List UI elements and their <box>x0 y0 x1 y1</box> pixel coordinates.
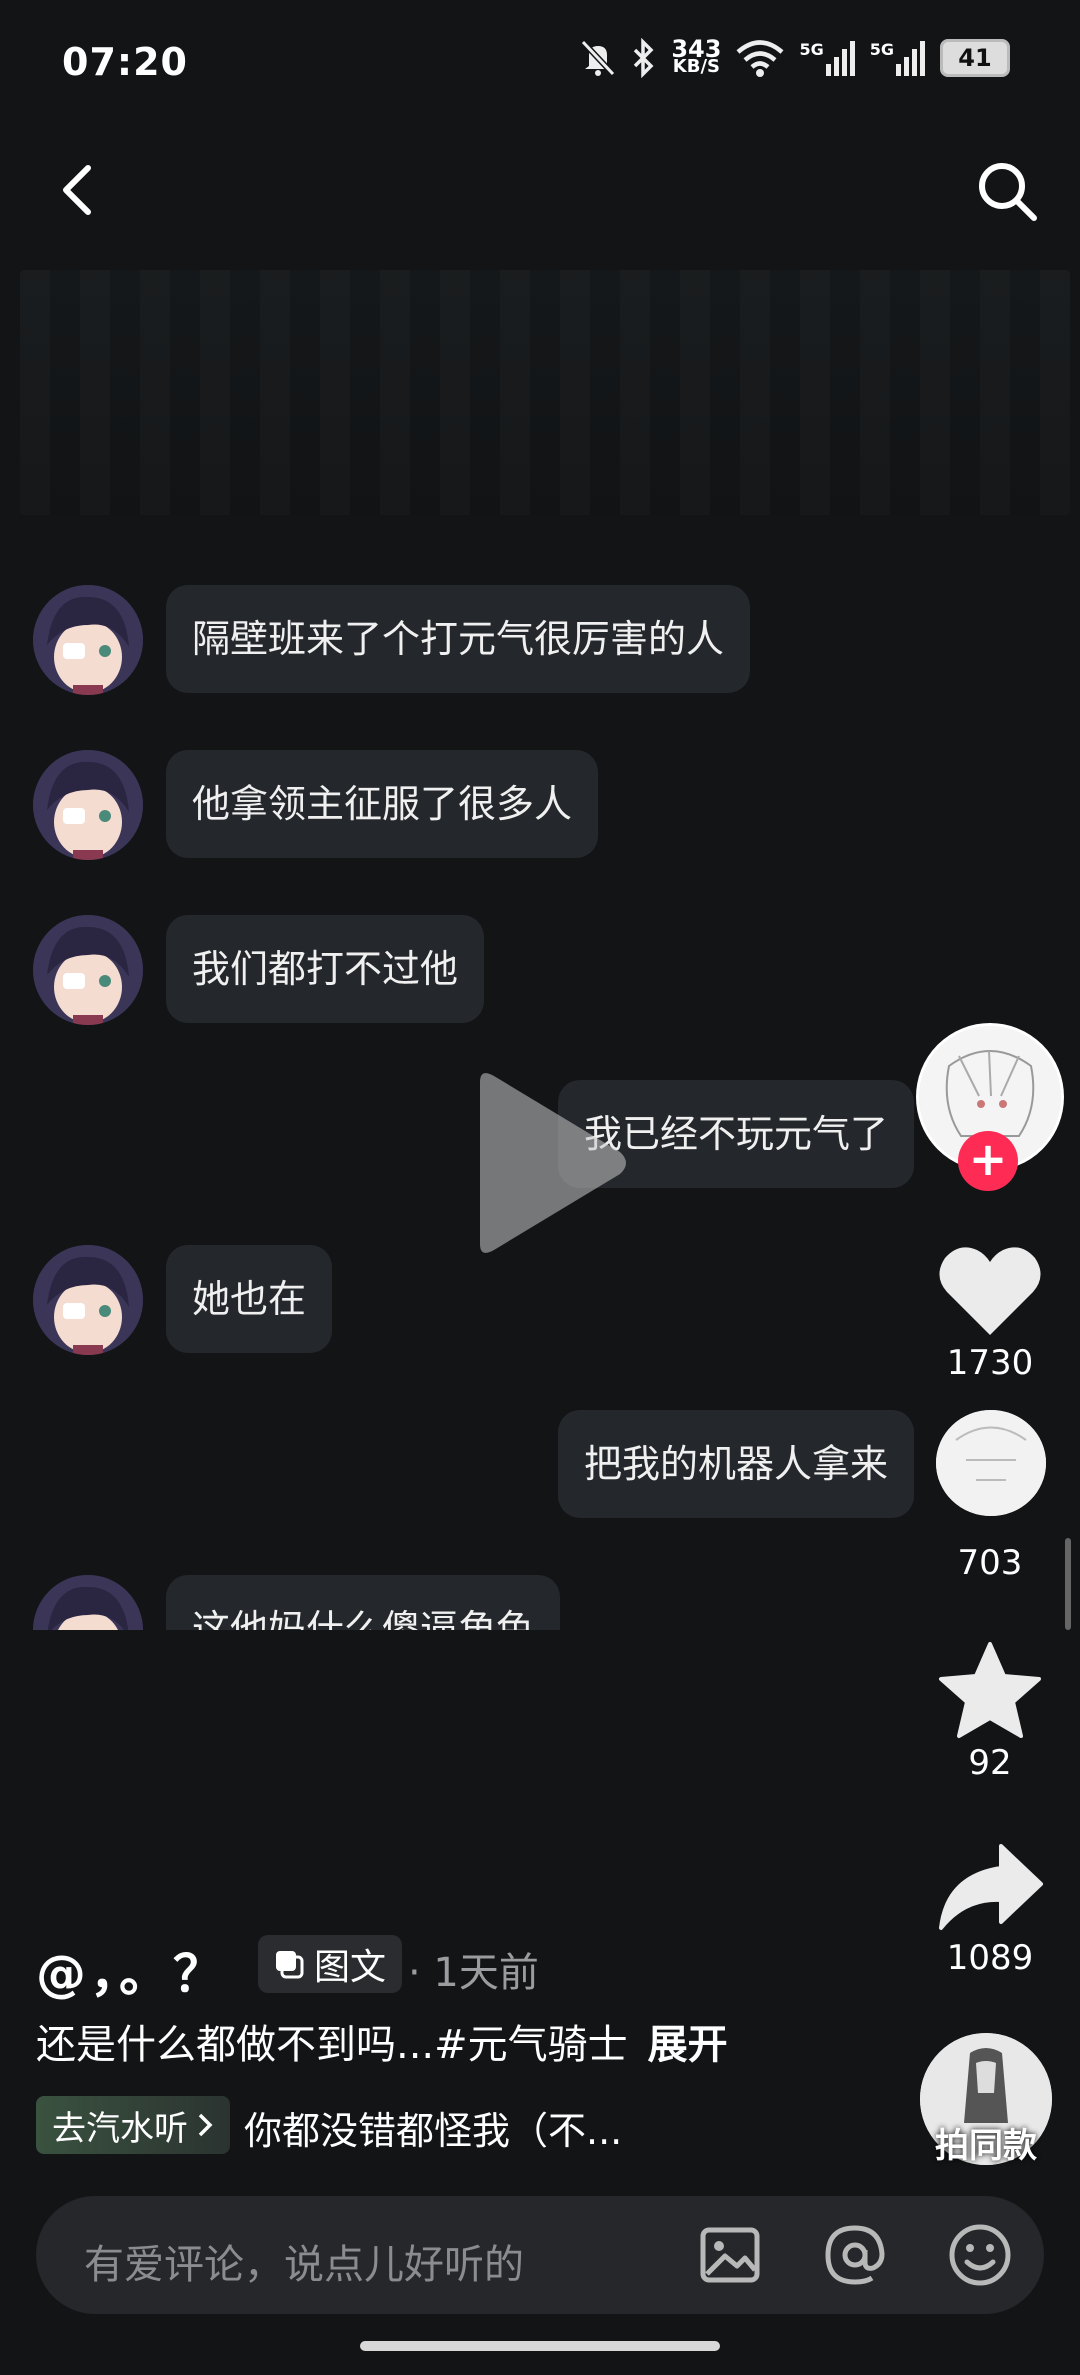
net-speed: 343 KB/S <box>671 35 722 77</box>
chat-bubble-left: 隔壁班来了个打元气很厉害的人 <box>166 585 751 693</box>
wifi-icon <box>736 40 784 77</box>
chat-bubble-left: 她也在 <box>166 1245 333 1353</box>
home-indicator[interactable] <box>360 2341 720 2351</box>
chat-avatar-left <box>33 1575 143 1630</box>
scrollbar-thumb[interactable] <box>1065 1538 1071 1630</box>
play-icon[interactable] <box>460 1068 630 1258</box>
post-time: · 1天前 <box>408 1950 539 1996</box>
status-icons: 343 KB/S 5G 5G 41 <box>579 35 1010 78</box>
share-arrow-icon[interactable] <box>935 1842 1045 1934</box>
author-name[interactable]: @，。？ <box>36 1934 227 2006</box>
search-button[interactable] <box>974 158 1040 224</box>
comment-image-icon <box>936 1410 1046 1516</box>
share-count: 1089 <box>946 1938 1034 1978</box>
chat-avatar-left <box>33 1245 143 1355</box>
image-picker-icon[interactable] <box>695 2220 765 2290</box>
like-heart-icon[interactable] <box>935 1240 1045 1340</box>
chat-avatar-left <box>33 585 143 695</box>
favorite-star-icon[interactable] <box>935 1640 1045 1740</box>
favorite-count: 92 <box>968 1743 1012 1783</box>
mention-at-icon[interactable] <box>820 2220 890 2290</box>
mute-bell-icon <box>581 39 616 77</box>
status-time: 07:20 <box>62 40 188 84</box>
chat-bubble-left: 这他妈什么傻逼角色 <box>166 1575 561 1630</box>
bluetooth-icon <box>634 38 654 78</box>
music-title[interactable]: 你都没错都怪我（不... <box>244 2100 622 2155</box>
blurred-header-image <box>20 270 1070 515</box>
battery-icon: 41 <box>940 39 1010 77</box>
post-type-badge: 图文 <box>258 1935 403 1993</box>
signal-2-icon: 5G <box>870 40 926 76</box>
image-text-icon <box>276 1951 304 1979</box>
chat-bubble-left: 我们都打不过他 <box>166 915 485 1023</box>
chevron-right-icon <box>198 2113 213 2137</box>
emoji-icon[interactable] <box>945 2220 1015 2290</box>
expand-button[interactable]: 展开 <box>648 2022 728 2068</box>
chat-bubble-right: 把我的机器人拿来 <box>557 1410 914 1518</box>
like-count: 1730 <box>946 1343 1034 1383</box>
shoot-same-label[interactable]: 拍同款 <box>900 2118 1072 2167</box>
chat-avatar-left <box>33 750 143 860</box>
chat-avatar-left <box>33 915 143 1025</box>
back-button[interactable] <box>50 160 110 220</box>
chat-bubble-left: 他拿领主征服了很多人 <box>166 750 599 858</box>
signal-1-icon: 5G <box>799 40 855 76</box>
description-text: 还是什么都做不到吗...#元气骑士 <box>36 2022 628 2068</box>
follow-button[interactable]: + <box>958 1131 1018 1191</box>
comment-count: 703 <box>957 1543 1023 1583</box>
comment-button[interactable] <box>936 1410 1046 1516</box>
listen-in-qishui-button[interactable]: 去汽水听 <box>36 2096 230 2154</box>
comment-placeholder: 有爱评论，说点儿好听的 <box>84 2242 524 2288</box>
post-description: 还是什么都做不到吗...#元气骑士 展开 <box>36 2012 728 2070</box>
